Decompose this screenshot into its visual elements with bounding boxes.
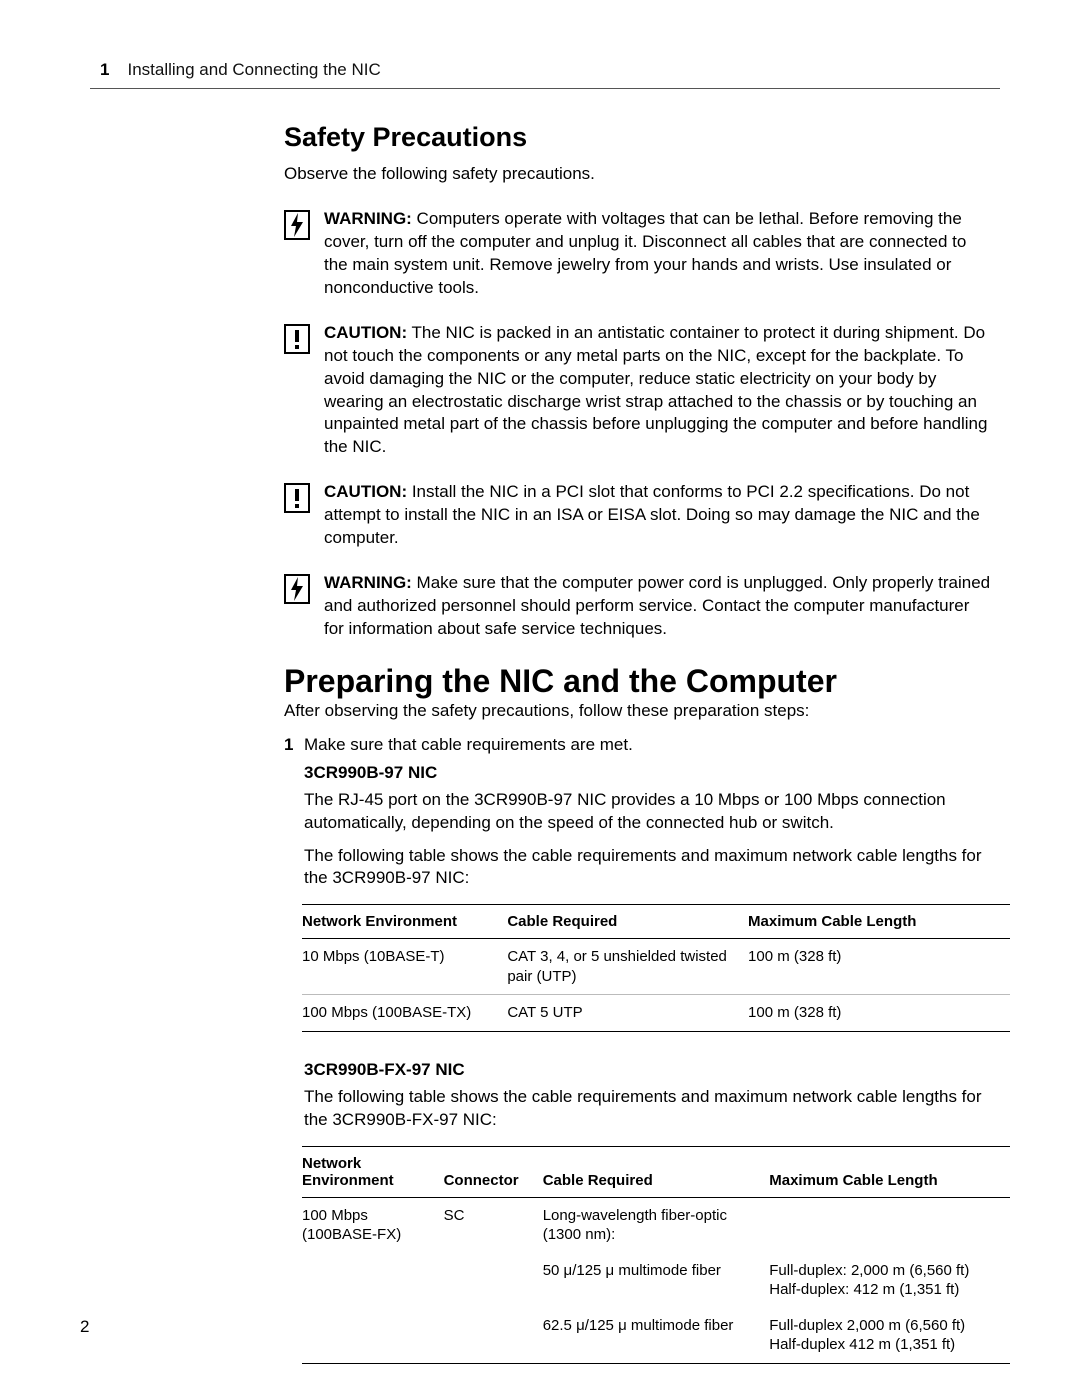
nic-b-heading: 3CR990B-FX-97 NIC [284,1060,992,1080]
td-env: 100 Mbps (100BASE-FX) [302,1197,444,1253]
step-text: Make sure that cable requirements are me… [304,735,633,754]
table-row: 50 μ/125 μ multimode fiber Full-duplex: … [302,1253,1010,1308]
table-row: 62.5 μ/125 μ multimode fiber Full-duplex… [302,1308,1010,1364]
page-header: 1 Installing and Connecting the NIC [100,60,381,80]
callout-warning-1: WARNING: Computers operate with voltages… [284,208,992,300]
chapter-number: 1 [100,60,109,80]
page-number: 2 [80,1317,89,1337]
td-max: Full-duplex: 2,000 m (6,560 ft) Half-dup… [769,1253,1010,1308]
callout-label: WARNING: [324,209,412,228]
td-cable: CAT 5 UTP [507,995,748,1032]
td-cable: 62.5 μ/125 μ multimode fiber [543,1308,770,1364]
table-nic-b: Network Environment Connector Cable Requ… [302,1146,1010,1364]
safety-intro: Observe the following safety precautions… [284,163,992,186]
td-max: Full-duplex 2,000 m (6,560 ft) Half-dupl… [769,1308,1010,1364]
exclamation-icon [284,324,310,354]
lightning-icon [284,210,310,240]
lightning-icon [284,574,310,604]
th-max: Maximum Cable Length [769,1146,1010,1197]
header-rule [90,88,1000,89]
td-conn [444,1308,543,1364]
main-content: Safety Precautions Observe the following… [284,122,992,1392]
td-env [302,1308,444,1364]
callout-label: CAUTION: [324,323,407,342]
section-title-safety: Safety Precautions [284,122,992,153]
table-header-row: Network Environment Cable Required Maxim… [302,905,1010,939]
td-max: 100 m (328 ft) [748,995,1010,1032]
td-cable: Long-wavelength fiber-optic (1300 nm): [543,1197,770,1253]
document-page: 1 Installing and Connecting the NIC Safe… [0,0,1080,1397]
chapter-title: Installing and Connecting the NIC [127,60,380,80]
td-conn [444,1253,543,1308]
preparation-steps: 1 Make sure that cable requirements are … [284,733,992,757]
table-nic-a: Network Environment Cable Required Maxim… [302,904,1010,1032]
table-row: 10 Mbps (10BASE-T) CAT 3, 4, or 5 unshie… [302,939,1010,995]
table-row: 100 Mbps (100BASE-TX) CAT 5 UTP 100 m (3… [302,995,1010,1032]
callout-caution-1: CAUTION: The NIC is packed in an antista… [284,322,992,460]
callout-caution-2: CAUTION: Install the NIC in a PCI slot t… [284,481,992,550]
callout-text: The NIC is packed in an antistatic conta… [324,323,987,457]
section-title-preparing: Preparing the NIC and the Computer [284,663,992,700]
nic-a-p1: The RJ-45 port on the 3CR990B-97 NIC pro… [284,789,992,835]
td-max [769,1197,1010,1253]
th-conn: Connector [444,1146,543,1197]
exclamation-icon [284,483,310,513]
step-number: 1 [284,733,293,757]
th-env: Network Environment [302,905,507,939]
preparing-intro: After observing the safety precautions, … [284,700,992,723]
td-conn: SC [444,1197,543,1253]
step-1: 1 Make sure that cable requirements are … [284,733,992,757]
callout-text: Make sure that the computer power cord i… [324,573,990,638]
nic-b-p1: The following table shows the cable requ… [284,1086,992,1132]
td-max: 100 m (328 ft) [748,939,1010,995]
td-env [302,1253,444,1308]
callout-text: Computers operate with voltages that can… [324,209,966,297]
callout-warning-2: WARNING: Make sure that the computer pow… [284,572,992,641]
th-max: Maximum Cable Length [748,905,1010,939]
th-cable: Cable Required [543,1146,770,1197]
th-cable: Cable Required [507,905,748,939]
table-row: 100 Mbps (100BASE-FX) SC Long-wavelength… [302,1197,1010,1253]
nic-a-heading: 3CR990B-97 NIC [284,763,992,783]
nic-a-p2: The following table shows the cable requ… [284,845,992,891]
td-env: 10 Mbps (10BASE-T) [302,939,507,995]
td-env: 100 Mbps (100BASE-TX) [302,995,507,1032]
table-header-row: Network Environment Connector Cable Requ… [302,1146,1010,1197]
callout-text: Install the NIC in a PCI slot that confo… [324,482,980,547]
callout-label: CAUTION: [324,482,407,501]
callout-label: WARNING: [324,573,412,592]
td-cable: 50 μ/125 μ multimode fiber [543,1253,770,1308]
th-env: Network Environment [302,1146,444,1197]
td-cable: CAT 3, 4, or 5 unshielded twisted pair (… [507,939,748,995]
